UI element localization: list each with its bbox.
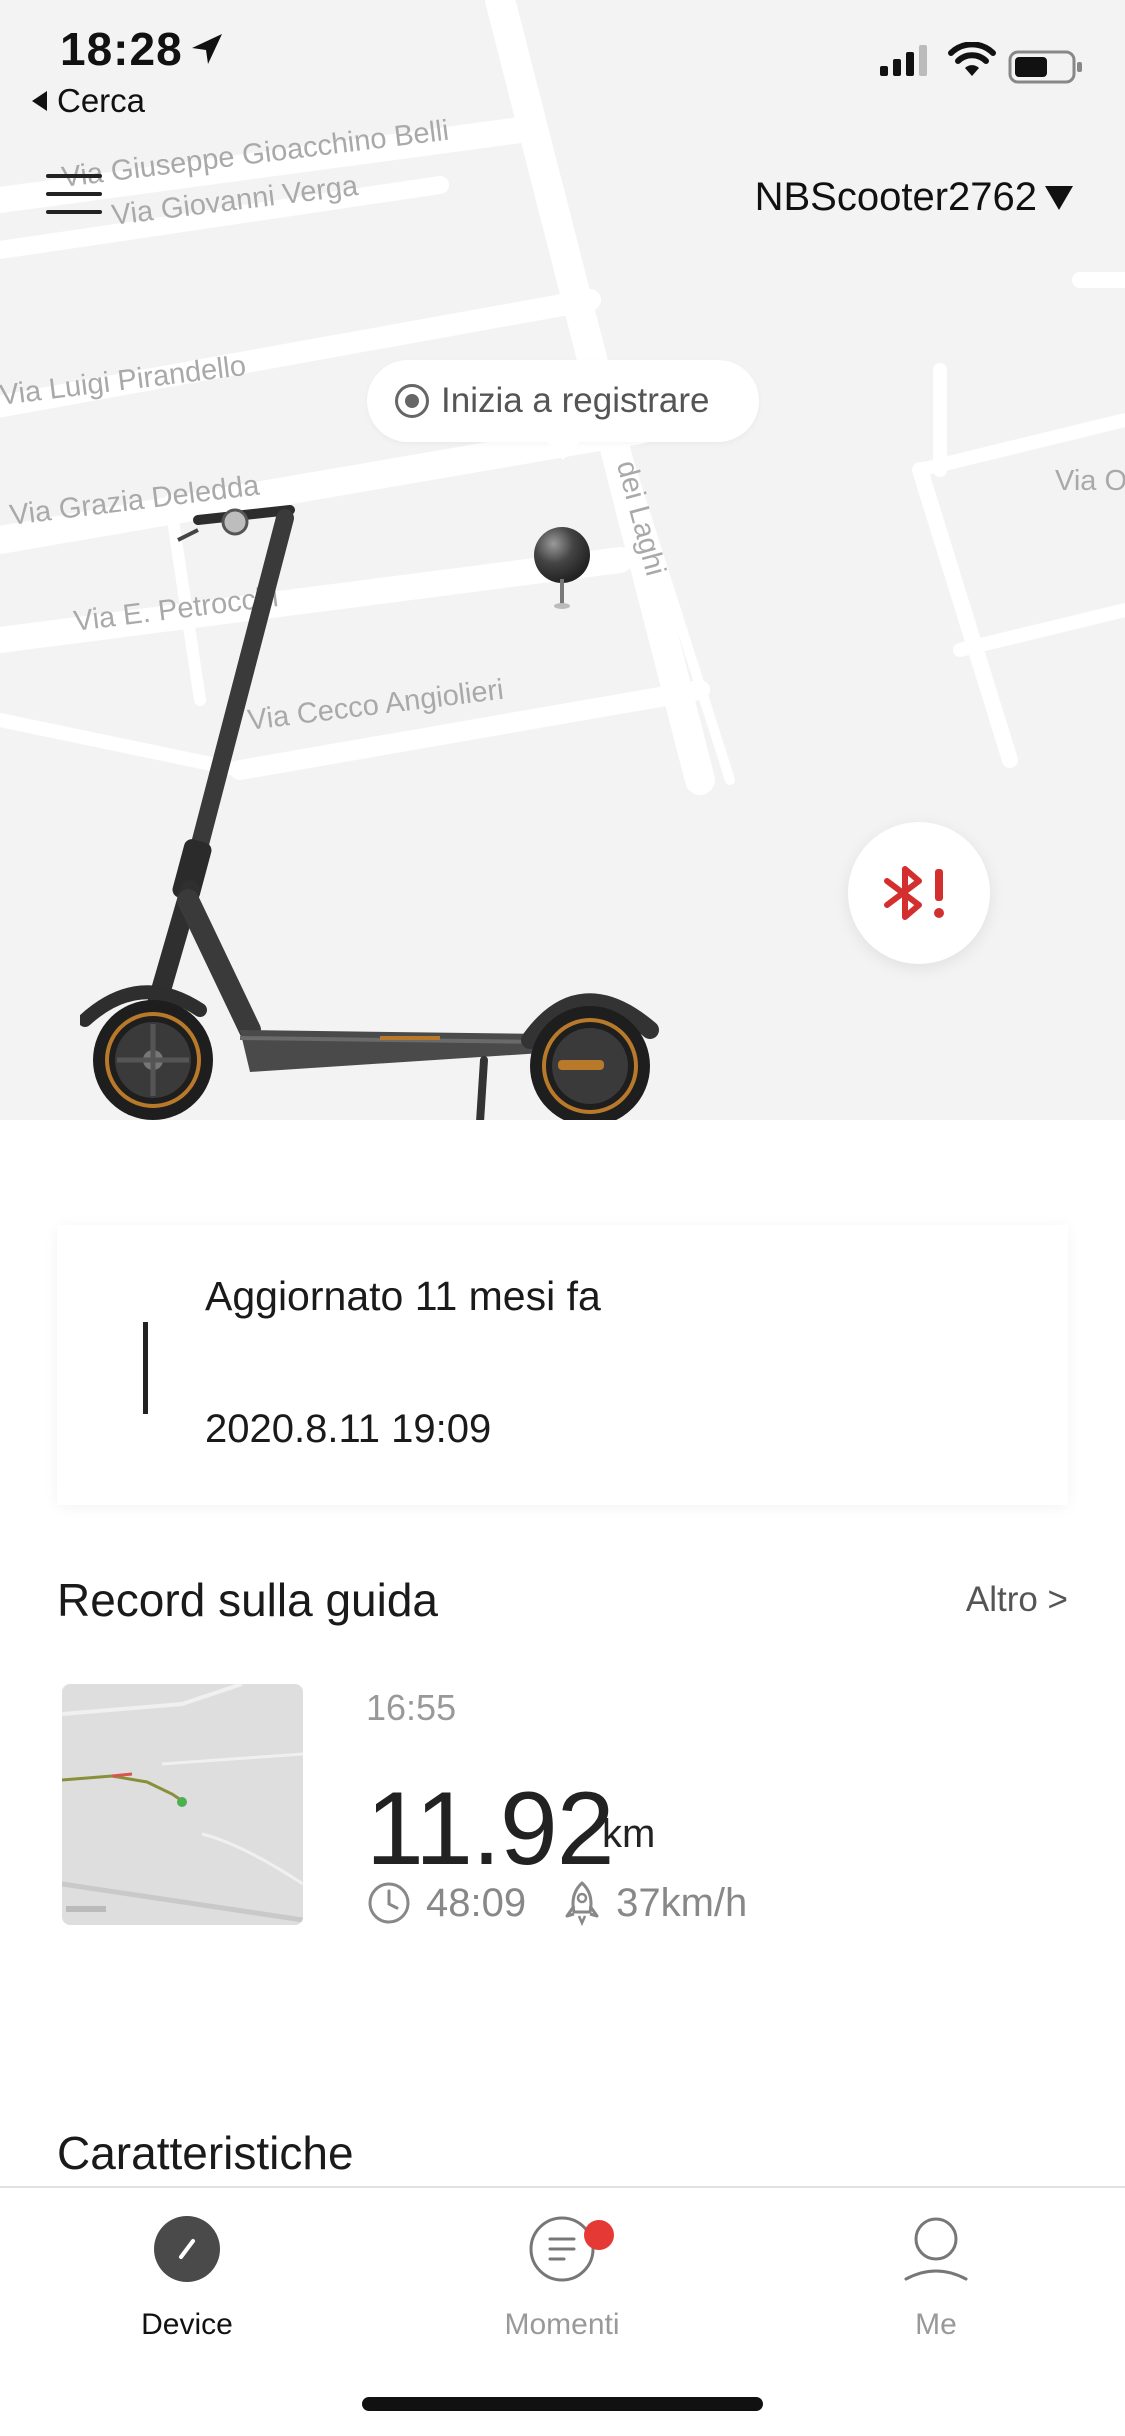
back-triangle-icon (32, 91, 47, 111)
features-title: Caratteristiche (57, 2127, 354, 2179)
wifi-icon (948, 42, 996, 76)
street-label: Via O (1055, 465, 1125, 497)
tab-me[interactable]: Me (836, 2210, 1036, 2342)
status-time: 18:28 (60, 23, 183, 75)
map-view[interactable]: Via Giuseppe Gioacchino Belli Via Giovan… (0, 0, 1125, 1120)
ride-stats: 48:09 37km/h (366, 1880, 747, 1926)
scooter-image (80, 505, 659, 1120)
tab-device[interactable]: Device (87, 2210, 287, 2342)
ride-start-time: 16:55 (366, 1687, 457, 1728)
battery-icon (1008, 50, 1082, 84)
ride-duration: 48:09 (426, 1880, 527, 1925)
signal-icon (880, 45, 927, 76)
clock-icon (368, 1882, 410, 1924)
tab-moments[interactable]: Momenti (462, 2210, 662, 2342)
divider-bar (143, 1322, 148, 1414)
ride-route-map (62, 1684, 303, 1923)
start-recording-button[interactable]: Inizia a registrare (367, 360, 759, 460)
location-arrow-icon (192, 34, 222, 64)
home-indicator (362, 2397, 763, 2411)
hamburger-menu-icon[interactable] (46, 170, 104, 220)
more-rides-link[interactable]: Altro > (966, 1580, 1068, 1620)
moments-icon (529, 2216, 595, 2282)
tab-moments-label: Momenti (504, 2308, 620, 2341)
bluetooth-disconnected-button[interactable] (848, 822, 990, 964)
device-selector[interactable]: NBScooter2762 (755, 175, 1073, 220)
start-recording-label: Inizia a registrare (441, 381, 710, 420)
last-updated-text: Aggiornato 11 mesi fa (205, 1273, 601, 1319)
rocket-speed-icon (565, 1881, 599, 1926)
tab-device-label: Device (141, 2308, 233, 2341)
tab-me-label: Me (915, 2308, 957, 2341)
notification-badge (584, 2220, 614, 2250)
last-update-card: Aggiornato 11 mesi fa 2020.8.11 19:09 (57, 1225, 1068, 1505)
device-name: NBScooter2762 (754, 175, 1037, 219)
dropdown-caret-icon (1045, 185, 1073, 210)
status-bar: 18:28 Cerca (0, 0, 1125, 130)
profile-icon (904, 2217, 968, 2281)
record-icon (395, 384, 429, 418)
ride-distance: 11.92 (366, 1771, 615, 1887)
ride-distance-unit: km (602, 1812, 656, 1856)
last-updated-datetime: 2020.8.11 19:09 (205, 1407, 492, 1451)
device-icon (154, 2216, 220, 2282)
ride-map-thumbnail[interactable] (62, 1684, 303, 1925)
back-to-search-button[interactable]: Cerca (32, 82, 145, 120)
bluetooth-warning-icon (884, 866, 944, 920)
ride-record-title: Record sulla guida (57, 1574, 439, 1626)
ride-top-speed: 37km/h (616, 1880, 748, 1925)
back-label: Cerca (57, 82, 146, 119)
